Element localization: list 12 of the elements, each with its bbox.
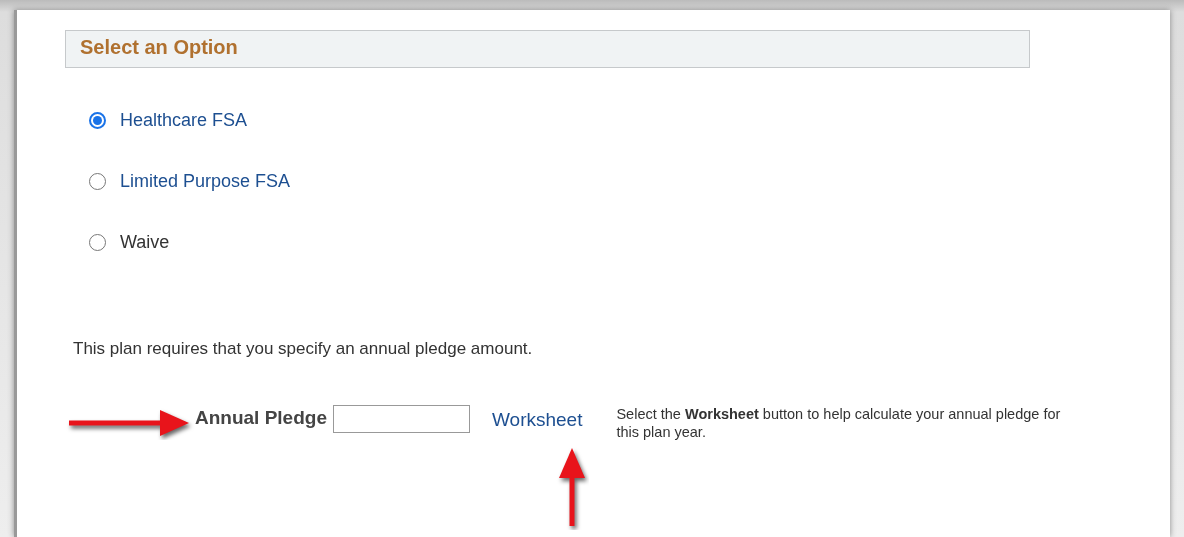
help-text: Select the Worksheet button to help calculate your annual pledge for this plan year. <box>616 405 1062 442</box>
instruction-text: This plan requires that you specify an annual pledge amount. <box>73 339 534 359</box>
option-label[interactable]: Waive <box>120 232 170 253</box>
section-header: Select an Option <box>65 30 1030 68</box>
radio-button[interactable] <box>89 234 106 251</box>
worksheet-link[interactable]: Worksheet <box>491 409 583 431</box>
option-label[interactable]: Healthcare FSA <box>120 110 248 131</box>
radio-button[interactable] <box>89 173 106 190</box>
option-label[interactable]: Limited Purpose FSA <box>120 171 291 192</box>
radio-button[interactable] <box>89 112 106 129</box>
field-label: Annual Pledge <box>195 407 327 429</box>
pledge-input[interactable] <box>332 405 470 433</box>
